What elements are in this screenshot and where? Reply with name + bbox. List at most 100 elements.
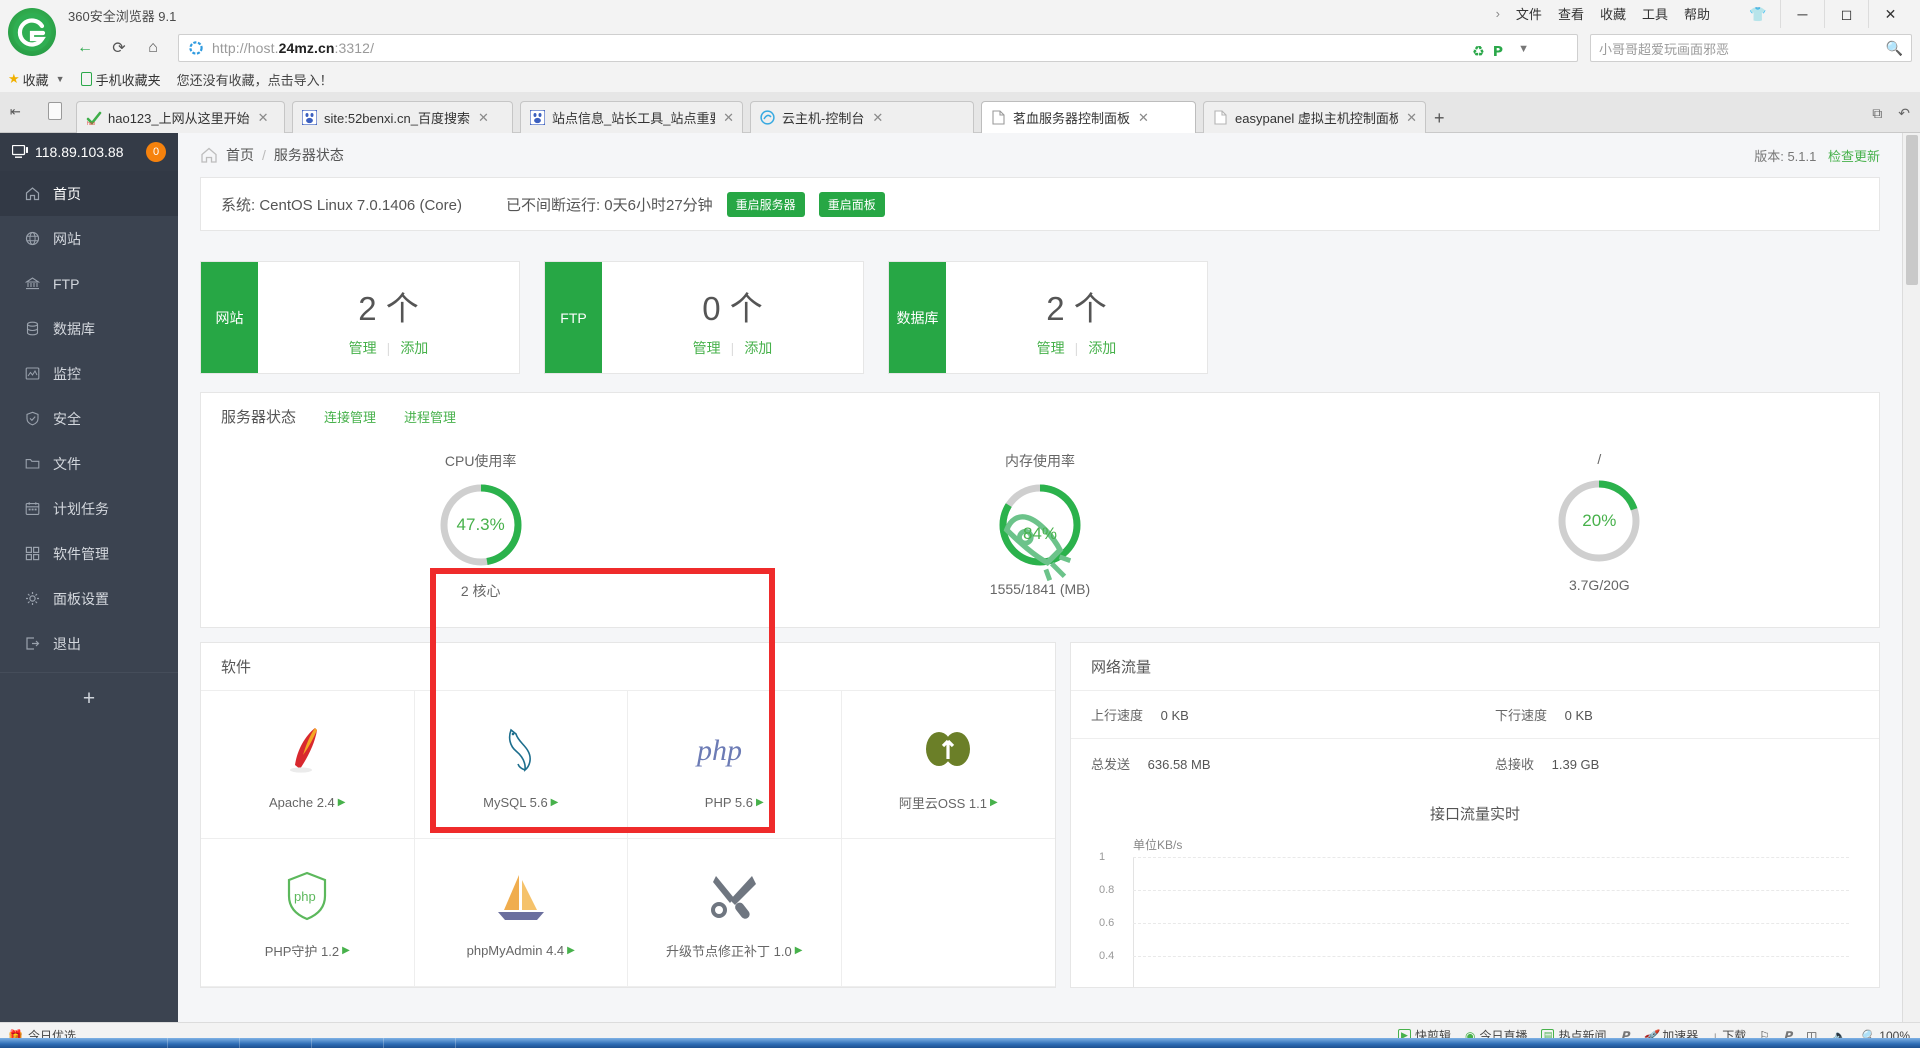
- software-item-aliyun-oss[interactable]: 阿里云OSS 1.1 ▶: [841, 691, 1055, 839]
- sidebar-item-cron[interactable]: 计划任务: [0, 486, 178, 531]
- menu-item-help[interactable]: 帮助: [1684, 4, 1710, 23]
- tab-close-icon[interactable]: ✕: [1138, 110, 1149, 126]
- tab-baidu-site[interactable]: site:52benxi.cn_百度搜索 ✕: [292, 101, 513, 133]
- tab-close-icon[interactable]: ✕: [478, 110, 489, 126]
- home-button-icon[interactable]: ⌂: [140, 36, 166, 60]
- scrollbar-thumb[interactable]: [1906, 135, 1918, 285]
- close-button[interactable]: ✕: [1868, 0, 1912, 28]
- tab-label: hao123_上网从这里开始: [108, 111, 250, 126]
- play-icon[interactable]: ▶: [990, 797, 998, 808]
- play-icon[interactable]: ▶: [567, 945, 575, 956]
- stat-add-link[interactable]: 添加: [744, 338, 772, 358]
- menu-overflow-icon[interactable]: ›: [1496, 6, 1500, 21]
- mysql-dolphin-icon: [494, 719, 548, 781]
- sidebar-item-monitor[interactable]: 监控: [0, 351, 178, 396]
- gauge-value: 84%: [1022, 524, 1057, 543]
- skin-button[interactable]: 👕: [1736, 0, 1780, 28]
- download-speed: 下行速度 0 KB: [1475, 705, 1879, 724]
- reload-button-icon[interactable]: ⟳: [106, 36, 132, 60]
- software-panel: 软件 Apache 2.4 ▶ MySQL 5.6 ▶ php PHP 5.6 …: [200, 642, 1056, 988]
- tab-close-icon[interactable]: ✕: [872, 110, 883, 126]
- software-item-phpmyadmin[interactable]: phpMyAdmin 4.4 ▶: [414, 839, 628, 987]
- sidebar-host[interactable]: 118.89.103.88 0: [0, 133, 178, 171]
- tab-list-icon[interactable]: [48, 102, 62, 120]
- play-icon[interactable]: ▶: [795, 945, 803, 956]
- tab-close-icon[interactable]: ✕: [258, 110, 269, 126]
- tab-cloud-console[interactable]: 云主机-控制台 ✕: [750, 101, 974, 133]
- sidebar-item-logout[interactable]: 退出: [0, 621, 178, 666]
- taskbar-item[interactable]: [398, 1038, 456, 1048]
- menu-item-tools[interactable]: 工具: [1642, 4, 1668, 23]
- chevron-down-icon[interactable]: ▼: [1518, 43, 1529, 55]
- taskbar-item[interactable]: [182, 1038, 240, 1048]
- play-icon[interactable]: ▶: [551, 797, 559, 808]
- sidebar-item-home[interactable]: 首页: [0, 171, 178, 216]
- minimize-button[interactable]: ─: [1780, 0, 1824, 28]
- connection-manage-link[interactable]: 连接管理: [324, 407, 376, 426]
- stat-manage-link[interactable]: 管理: [1037, 338, 1065, 358]
- menu-item-file[interactable]: 文件: [1516, 4, 1542, 23]
- stat-manage-link[interactable]: 管理: [693, 338, 721, 358]
- mobile-bookmarks-item[interactable]: 手机收藏夹: [80, 70, 161, 89]
- search-input[interactable]: 小哥哥超爱玩画面邪恶 🔍: [1590, 34, 1912, 62]
- menu-item-favorites[interactable]: 收藏: [1600, 4, 1626, 23]
- breadcrumb-home-label[interactable]: 首页: [226, 145, 254, 165]
- taskbar-item[interactable]: [110, 1038, 168, 1048]
- sidebar-item-website[interactable]: 网站: [0, 216, 178, 261]
- bookmarks-hint[interactable]: 您还没有收藏，点击导入！: [177, 70, 333, 89]
- sidebar-item-ftp[interactable]: FTP: [0, 261, 178, 306]
- search-icon[interactable]: 🔍: [1886, 40, 1903, 57]
- taskbar-item[interactable]: [326, 1038, 384, 1048]
- tab-server-panel[interactable]: 茗血服务器控制面板 ✕: [981, 101, 1196, 133]
- sidebar-item-files[interactable]: 文件: [0, 441, 178, 486]
- process-manage-link[interactable]: 进程管理: [404, 407, 456, 426]
- back-button-icon[interactable]: ←: [72, 36, 98, 60]
- address-extra-icons: ♻ 𝗣: [1472, 43, 1503, 60]
- stat-tag: 网站: [201, 262, 258, 373]
- play-icon[interactable]: ▶: [342, 945, 350, 956]
- tab-easypanel[interactable]: easypanel 虚拟主机控制面板 - ✕: [1203, 101, 1426, 133]
- software-item-php-guard[interactable]: php PHP守护 1.2 ▶: [201, 839, 415, 987]
- tab-close-icon[interactable]: ✕: [1406, 110, 1417, 126]
- recycle-icon[interactable]: ♻: [1472, 43, 1485, 60]
- play-icon[interactable]: ▶: [338, 797, 346, 808]
- system-info-bar: 系统: CentOS Linux 7.0.1406 (Core) 已不间断运行:…: [200, 177, 1880, 231]
- gauge-ring: 84%: [996, 481, 1084, 582]
- browser-menubar: › 文件 查看 收藏 工具 帮助: [1496, 4, 1710, 23]
- menu-item-view[interactable]: 查看: [1558, 4, 1584, 23]
- new-tab-button[interactable]: +: [1434, 108, 1445, 129]
- chart-unit-label: 单位KB/s: [1133, 838, 1183, 852]
- stat-add-link[interactable]: 添加: [400, 338, 428, 358]
- stat-add-link[interactable]: 添加: [1088, 338, 1116, 358]
- restore-window-icon[interactable]: ⧉: [1872, 105, 1882, 122]
- tab-scroll-left-icon[interactable]: ⇤: [10, 104, 21, 120]
- star-icon: ★: [8, 71, 20, 86]
- software-item-mysql[interactable]: MySQL 5.6 ▶: [414, 691, 628, 839]
- restart-server-button[interactable]: 重启服务器: [726, 191, 805, 217]
- maximize-button[interactable]: ◻: [1824, 0, 1868, 28]
- software-item-apache[interactable]: Apache 2.4 ▶: [201, 691, 415, 839]
- software-item-upgrade-patch[interactable]: 升级节点修正补丁 1.0 ▶: [628, 839, 842, 987]
- shield-e-icon[interactable]: 𝗣: [1493, 43, 1503, 60]
- page-scrollbar[interactable]: [1902, 133, 1920, 1022]
- taskbar-item[interactable]: [254, 1038, 312, 1048]
- tab-site-info[interactable]: 站点信息_站长工具_站点重要数 ✕: [520, 101, 743, 133]
- sidebar-item-software[interactable]: 软件管理: [0, 531, 178, 576]
- sidebar-item-settings[interactable]: 面板设置: [0, 576, 178, 621]
- database-icon: [22, 321, 42, 336]
- address-input[interactable]: http://host.24mz.cn:3312/ ♻ 𝗣 ▼: [178, 34, 1578, 62]
- chevron-down-icon[interactable]: ▼: [56, 74, 65, 84]
- tab-close-icon[interactable]: ✕: [723, 110, 734, 126]
- check-update-link[interactable]: 检查更新: [1828, 149, 1880, 164]
- sidebar-add-button[interactable]: +: [0, 672, 178, 724]
- tab-hao123[interactable]: hao hao123_上网从这里开始 ✕: [76, 101, 285, 133]
- sidebar-item-security[interactable]: 安全: [0, 396, 178, 441]
- bookmarks-bar: ★ 收藏 ▼ 手机收藏夹 您还没有收藏，点击导入！: [0, 66, 1920, 92]
- stat-manage-link[interactable]: 管理: [349, 338, 377, 358]
- restart-panel-button[interactable]: 重启面板: [818, 191, 885, 217]
- undo-close-tab-icon[interactable]: ↶: [1898, 105, 1910, 122]
- play-icon[interactable]: ▶: [756, 797, 764, 808]
- software-item-php[interactable]: php PHP 5.6 ▶: [628, 691, 842, 839]
- bookmarks-label[interactable]: 收藏: [23, 70, 49, 89]
- sidebar-item-database[interactable]: 数据库: [0, 306, 178, 351]
